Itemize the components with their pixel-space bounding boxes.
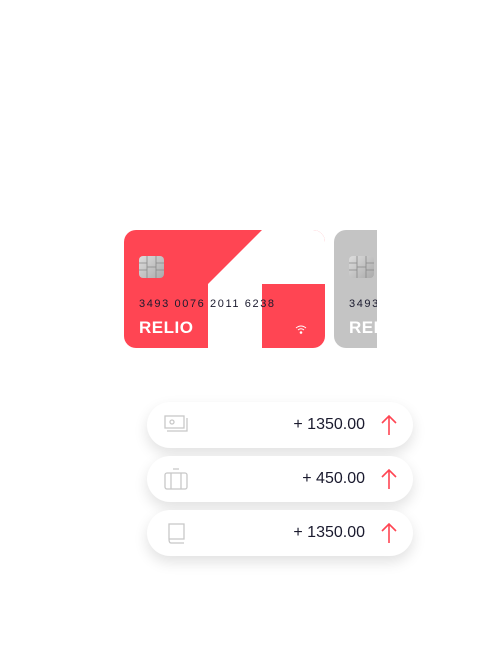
card-brand: RELIO <box>139 318 194 337</box>
arrow-up-icon <box>381 468 397 489</box>
transaction-row[interactable]: + 1350.00 <box>147 402 413 448</box>
card-relio-gray-clip: 3493 0076 2011 6238 RELIO <box>334 230 377 348</box>
transaction-row[interactable]: + 1350.00 <box>147 510 413 556</box>
transaction-amount: + 450.00 <box>302 470 365 487</box>
chip-icon <box>139 256 164 278</box>
suitcase-icon <box>164 468 188 490</box>
chip-icon <box>349 256 374 278</box>
banknote-icon <box>164 415 188 432</box>
card-brand: RELIO <box>349 318 377 337</box>
arrow-up-icon <box>381 414 397 435</box>
card-number: 3493 0076 2011 6238 <box>349 298 377 310</box>
arrow-up-icon <box>381 522 397 543</box>
card-number: 3493 0076 2011 6238 <box>139 298 276 310</box>
transaction-amount: + 1350.00 <box>293 524 365 541</box>
contactless-icon <box>295 325 307 334</box>
card-relio-gray[interactable]: 3493 0076 2011 6238 RELIO <box>334 230 377 348</box>
transaction-row[interactable]: + 450.00 <box>147 456 413 502</box>
transaction-amount: + 1350.00 <box>293 416 365 433</box>
card-relio-red[interactable]: 3493 0076 2011 6238 RELIO <box>124 230 325 348</box>
book-icon <box>168 523 185 544</box>
